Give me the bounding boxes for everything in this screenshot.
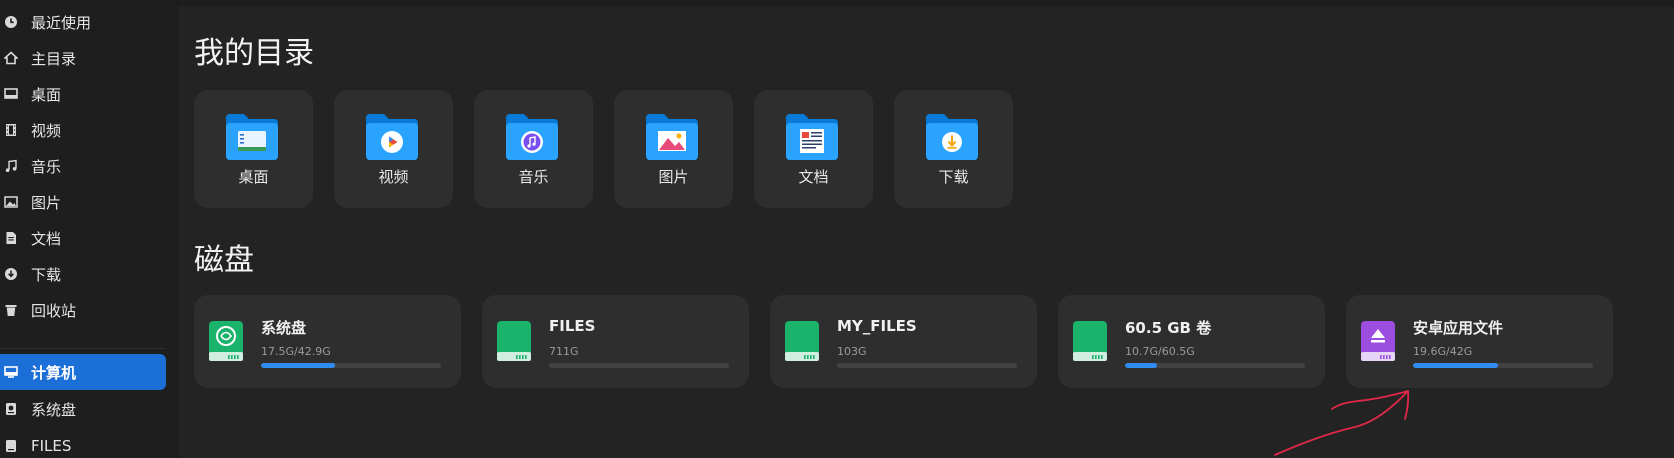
folder-card-pictures[interactable]: 图片 [614,90,733,208]
sidebar-item-label: 音乐 [31,157,62,176]
disk-card-my-files[interactable]: MY_FILES 103G [770,295,1037,388]
sidebar-item-label: 下载 [31,265,62,284]
disk-usage-fill [1413,363,1498,368]
sidebar-item-videos[interactable]: 视频 [0,112,166,148]
disk-card-volume[interactable]: 60.5 GB 卷 10.7G/60.5G [1058,295,1325,388]
clock-icon [4,15,18,29]
disk-size: 10.7G/60.5G [1125,345,1195,358]
sidebar-item-trash[interactable]: 回收站 [0,292,166,328]
sidebar-item-documents[interactable]: 文档 [0,220,166,256]
sidebar-item-recent[interactable]: 最近使用 [0,4,166,40]
system-disk-icon [209,321,243,361]
sidebar-item-pictures[interactable]: 图片 [0,184,166,220]
disk-icon [4,439,18,453]
sidebar-divider [0,348,166,349]
image-icon [4,195,18,209]
folder-label: 文档 [798,168,829,186]
my-directories-title: 我的目录 [194,36,314,71]
disk-usage-bar [261,363,441,368]
desktop-folder-icon [226,114,278,160]
folder-label: 下载 [938,168,969,186]
sidebar-item-label: 视频 [31,121,62,140]
disk-usage-fill [1125,363,1158,368]
downloads-folder-icon [926,114,978,160]
download-icon [4,267,18,281]
music-folder-icon [506,114,558,160]
folder-label: 视频 [378,168,409,186]
file-manager-window: 最近使用 主目录 桌面 视频 音乐 图片 文档 下载 回收站 计算机 系统盘 F… [0,0,1674,458]
sidebar-item-label: 主目录 [31,49,77,68]
sidebar-item-system-disk[interactable]: 系统盘 [0,391,166,427]
sidebar-item-desktop[interactable]: 桌面 [0,76,166,112]
music-icon [4,159,18,173]
disk-name: FILES [549,317,596,335]
folder-label: 音乐 [518,168,549,186]
sidebar-item-label: 图片 [31,193,62,212]
sidebar-item-label: 回收站 [31,301,77,320]
disk-size: 103G [837,345,867,358]
eject-disk-icon [1361,321,1395,361]
documents-folder-icon [786,114,838,160]
desktop-icon [4,87,18,101]
disk-card-android-files[interactable]: 安卓应用文件 19.6G/42G [1346,295,1613,388]
folder-card-documents[interactable]: 文档 [754,90,873,208]
disks-title: 磁盘 [194,243,254,278]
disk-size: 19.6G/42G [1413,345,1473,358]
home-icon [4,51,18,65]
disk-icon [4,402,18,416]
disk-size: 711G [549,345,579,358]
main-content: 我的目录 桌面 视频 音乐 图片 文档 下载 磁盘 系统盘 17.5G/42.9… [178,0,1674,458]
folder-label: 桌面 [238,168,269,186]
document-icon [4,231,18,245]
disk-usage-bar [549,363,729,368]
disk-name: 安卓应用文件 [1413,319,1504,337]
disk-card-files[interactable]: FILES 711G [482,295,749,388]
folder-card-downloads[interactable]: 下载 [894,90,1013,208]
sidebar-item-computer[interactable]: 计算机 [0,354,166,390]
folder-label: 图片 [658,168,689,186]
disk-card-system[interactable]: 系统盘 17.5G/42.9G [194,295,461,388]
sidebar-item-label: 最近使用 [31,13,92,32]
trash-icon [4,303,18,317]
disk-usage-bar [1413,363,1593,368]
disk-usage-bar [837,363,1017,368]
sidebar-item-label: 计算机 [31,363,77,382]
disk-name: 系统盘 [261,319,307,337]
sidebar-item-label: 系统盘 [31,400,77,419]
sidebar-item-home[interactable]: 主目录 [0,40,166,76]
green-disk-icon [785,321,819,361]
disk-name: 60.5 GB 卷 [1125,319,1212,337]
sidebar-item-music[interactable]: 音乐 [0,148,166,184]
sidebar-item-downloads[interactable]: 下载 [0,256,166,292]
sidebar-item-label: FILES [31,437,72,455]
green-disk-icon [497,321,531,361]
sidebar: 最近使用 主目录 桌面 视频 音乐 图片 文档 下载 回收站 计算机 系统盘 F… [0,0,178,458]
folder-card-music[interactable]: 音乐 [474,90,593,208]
sidebar-item-label: 文档 [31,229,62,248]
disk-size: 17.5G/42.9G [261,345,331,358]
computer-icon [4,365,18,379]
pictures-folder-icon [646,114,698,160]
film-icon [4,123,18,137]
disk-usage-fill [261,363,335,368]
annotation-arrow [1274,390,1410,456]
sidebar-item-files[interactable]: FILES [0,428,166,458]
folder-card-desktop[interactable]: 桌面 [194,90,313,208]
disk-name: MY_FILES [837,317,917,335]
disk-usage-bar [1125,363,1305,368]
video-folder-icon [366,114,418,160]
top-bar [178,0,1674,6]
green-disk-icon [1073,321,1107,361]
sidebar-item-label: 桌面 [31,85,62,104]
folder-card-videos[interactable]: 视频 [334,90,453,208]
